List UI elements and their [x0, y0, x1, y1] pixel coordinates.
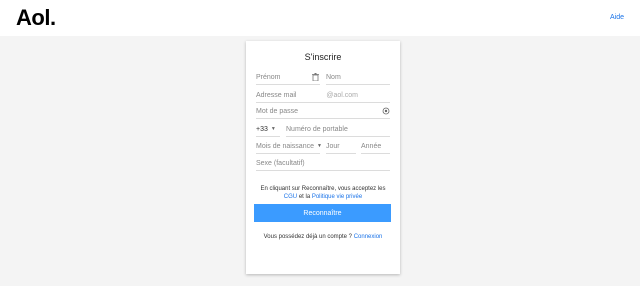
- birth-day-placeholder: Jour: [326, 142, 340, 150]
- birth-year-placeholder: Année: [361, 142, 382, 150]
- form-title: S'inscrire: [304, 52, 342, 62]
- password-placeholder: Mot de passe: [256, 107, 299, 115]
- help-link[interactable]: Aide: [610, 14, 624, 21]
- login-prompt-line: Vous possédez déjà un compte ? Connexion: [246, 234, 400, 240]
- gender-placeholder: Sexe (facultatif): [256, 159, 305, 167]
- privacy-link[interactable]: Politique vie privée: [312, 194, 362, 200]
- password-field[interactable]: Mot de passe: [256, 104, 390, 119]
- chevron-down-icon: ▼: [316, 143, 322, 149]
- terms-text: En cliquant sur Reconnaître, vous accept…: [254, 185, 392, 201]
- chevron-down-icon: ▼: [270, 126, 276, 132]
- terms-middle: et la: [298, 194, 311, 200]
- email-placeholder: Adresse mail: [256, 91, 297, 99]
- login-prompt: Vous possédez déjà un compte ?: [263, 234, 353, 240]
- phone-field[interactable]: Numéro de portable: [286, 122, 390, 137]
- eye-icon[interactable]: [382, 107, 390, 115]
- country-code: +33: [256, 125, 268, 133]
- country-code-select[interactable]: +33 ▼: [256, 122, 280, 137]
- signup-card: S'inscrire Prénom Nom Adresse mail @aol.…: [246, 41, 400, 274]
- birth-month-select[interactable]: Mois de naissance ▼: [256, 139, 322, 154]
- email-field[interactable]: Adresse mail @aol.com: [256, 88, 390, 103]
- top-header: Aol. Aide: [0, 0, 640, 36]
- submit-button[interactable]: Reconnaître: [254, 204, 391, 222]
- terms-link[interactable]: CGU: [284, 194, 297, 200]
- terms-prefix: En cliquant sur Reconnaître, vous accept…: [260, 186, 386, 192]
- last-name-placeholder: Nom: [326, 73, 341, 81]
- gender-field[interactable]: Sexe (facultatif): [256, 156, 390, 171]
- birth-day-field[interactable]: Jour: [326, 139, 356, 154]
- trash-icon[interactable]: [311, 73, 319, 81]
- phone-placeholder: Numéro de portable: [286, 125, 348, 133]
- last-name-field[interactable]: Nom: [326, 70, 390, 85]
- email-domain: @aol.com: [326, 91, 358, 99]
- aol-logo[interactable]: Aol.: [16, 5, 56, 31]
- login-link[interactable]: Connexion: [354, 234, 383, 240]
- first-name-placeholder: Prénom: [256, 73, 281, 81]
- birth-month-placeholder: Mois de naissance: [256, 142, 314, 150]
- birth-year-field[interactable]: Année: [361, 139, 390, 154]
